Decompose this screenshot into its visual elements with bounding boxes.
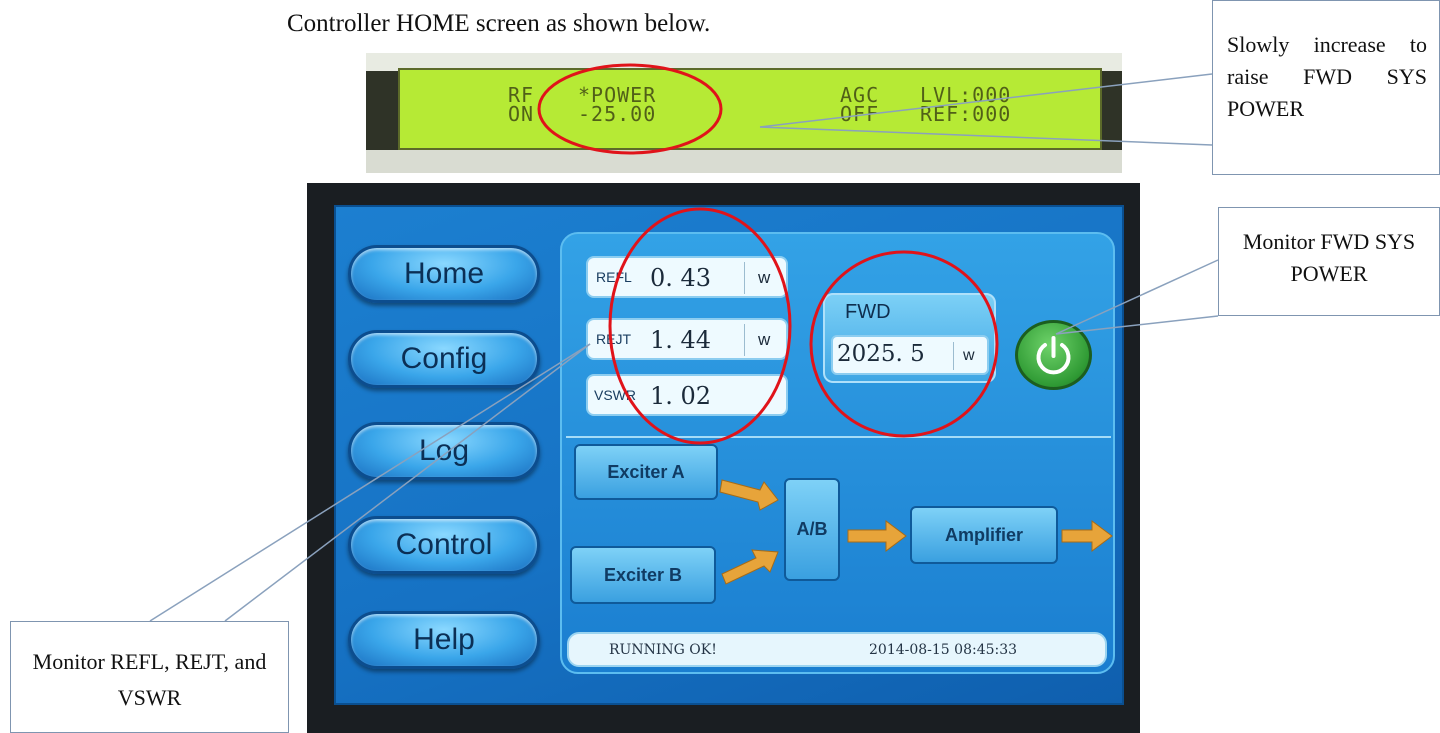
leader-increase-1 — [759, 73, 1213, 128]
leader-fwd-2 — [1055, 315, 1219, 335]
callout-monitor-fwd: Monitor FWD SYS POWER — [1218, 207, 1440, 316]
leader-refl-1 — [149, 343, 591, 622]
leader-fwd-1 — [1055, 259, 1219, 335]
highlight-lcd-power — [537, 63, 723, 155]
callout-monitor-refl: Monitor REFL, REJT, and VSWR — [10, 621, 289, 733]
callout-slowly-increase: Slowly increase to raise FWD SYS POWER — [1212, 0, 1440, 175]
leader-increase-2 — [759, 126, 1213, 146]
highlight-fwd — [809, 250, 999, 438]
leader-refl-2 — [224, 343, 591, 622]
highlight-meters — [608, 207, 792, 445]
